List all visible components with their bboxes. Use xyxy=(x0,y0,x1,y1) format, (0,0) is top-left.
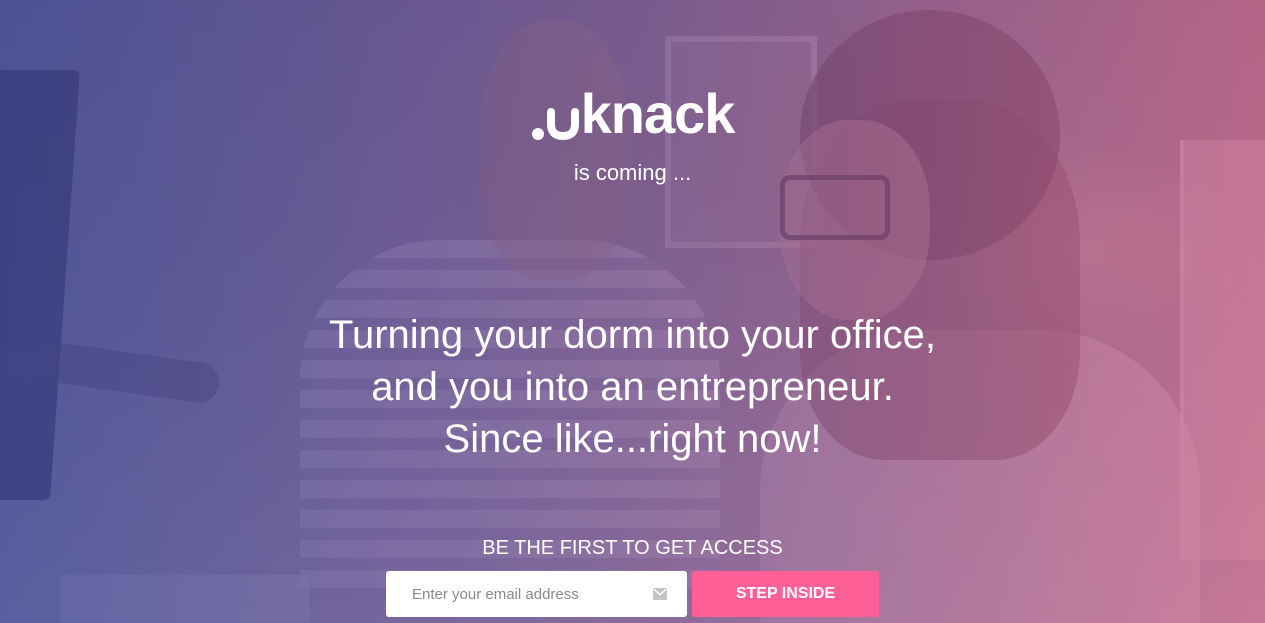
tagline: is coming ... xyxy=(573,160,692,185)
headline: Turning your dorm into your office, and … xyxy=(0,309,1265,465)
signup-heading: BE THE FIRST TO GET ACCESS xyxy=(482,537,783,559)
email-input[interactable] xyxy=(386,571,687,617)
logo-text: knack xyxy=(580,82,736,145)
headline-line-2: and you into an entrepreneur. xyxy=(371,365,894,409)
headline-line-3: Since like...right now! xyxy=(443,417,822,461)
headline-line-1: Turning your dorm into your office, xyxy=(329,313,936,357)
mail-icon xyxy=(653,587,667,600)
step-inside-button[interactable]: STEP INSIDE xyxy=(692,571,879,617)
smile-icon xyxy=(531,86,579,142)
signup-form: STEP INSIDE xyxy=(386,571,879,617)
hero-content: knack is coming ... Turning your dorm in… xyxy=(0,0,1265,623)
logo: knack xyxy=(0,84,1265,144)
email-field-wrapper xyxy=(386,571,687,617)
hero-section: knack is coming ... Turning your dorm in… xyxy=(0,0,1265,623)
